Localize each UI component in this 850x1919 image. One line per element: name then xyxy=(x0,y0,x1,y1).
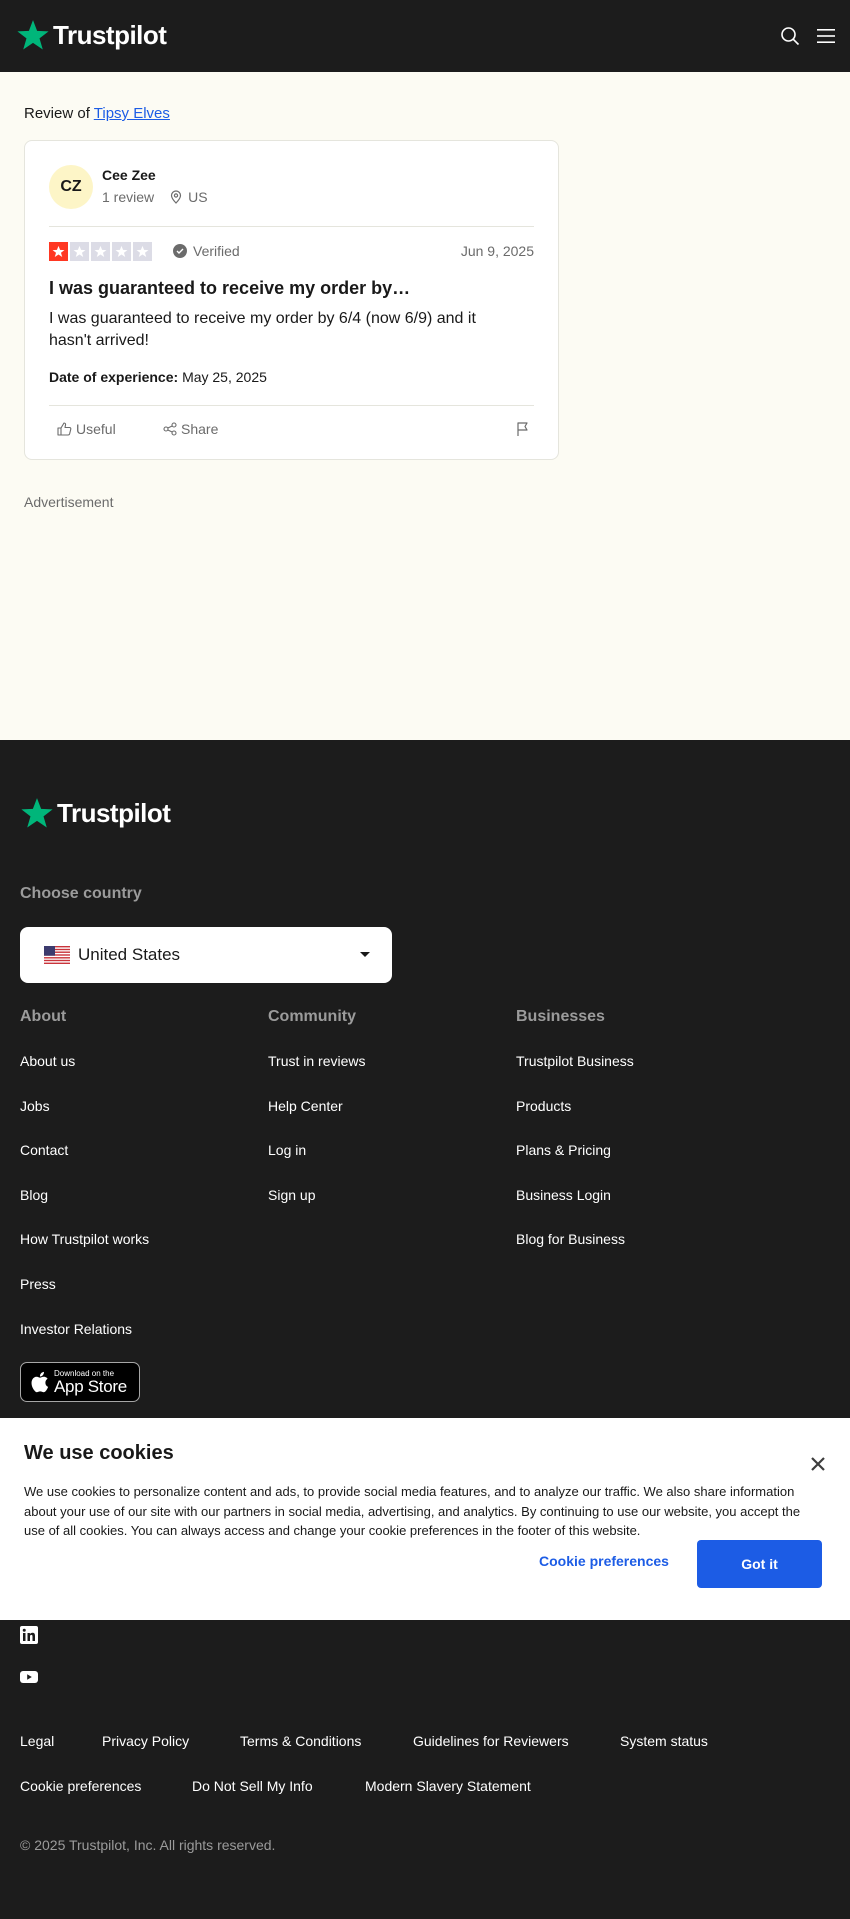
card-divider xyxy=(49,405,534,406)
footer-link[interactable]: Log in xyxy=(268,1142,306,1158)
footer-link[interactable]: Help Center xyxy=(268,1098,343,1114)
avatar[interactable]: CZ xyxy=(49,165,93,209)
cookie-banner-text: We use cookies to personalize content an… xyxy=(24,1484,801,1538)
star-icon xyxy=(91,242,110,261)
search-button[interactable] xyxy=(776,22,804,50)
checkmark-icon xyxy=(173,244,187,258)
reviewer-meta: 1 review US xyxy=(102,189,208,205)
footer-link[interactable]: Blog xyxy=(20,1187,48,1203)
review-title[interactable]: I was guaranteed to receive my order by… xyxy=(49,278,410,299)
trustpilot-wordmark: Trustpilot xyxy=(57,797,171,828)
advertisement-label: Advertisement xyxy=(24,494,114,510)
choose-country-heading: Choose country xyxy=(20,885,142,902)
us-flag-icon xyxy=(44,946,70,964)
card-divider xyxy=(49,226,534,227)
caret-down-icon xyxy=(360,952,370,957)
trustpilot-star-icon xyxy=(17,20,49,50)
close-icon[interactable] xyxy=(810,1456,826,1472)
review-count: 1 review xyxy=(102,189,155,205)
date-of-experience: Date of experience: May 25, 2025 xyxy=(49,369,267,385)
footer-column-about: About xyxy=(20,1008,67,1025)
footer-link[interactable]: Investor Relations xyxy=(20,1321,132,1337)
star-icon xyxy=(49,242,68,261)
footer-link[interactable]: Blog for Business xyxy=(516,1231,625,1247)
review-of-line: Review of Tipsy Elves xyxy=(24,105,170,122)
footer-link[interactable]: Sign up xyxy=(268,1187,315,1203)
footer-link[interactable]: About us xyxy=(20,1053,75,1069)
do-not-sell-link[interactable]: Do Not Sell My Info xyxy=(192,1778,313,1794)
share-label: Share xyxy=(181,421,219,437)
useful-button[interactable]: Useful xyxy=(57,421,116,437)
trustpilot-star-icon xyxy=(21,798,53,828)
star-icon xyxy=(70,242,89,261)
menu-button[interactable] xyxy=(812,22,840,50)
menu-icon xyxy=(817,29,835,43)
star-icon xyxy=(112,242,131,261)
thumbs-up-icon xyxy=(57,422,72,436)
footer-link[interactable]: Press xyxy=(20,1276,56,1292)
linkedin-icon[interactable] xyxy=(20,1626,38,1644)
footer-link[interactable]: How Trustpilot works xyxy=(20,1231,149,1247)
review-actions: Useful Share xyxy=(49,421,534,441)
footer-link[interactable]: Contact xyxy=(20,1142,68,1158)
legal-link[interactable]: Legal xyxy=(20,1733,54,1749)
footer-link[interactable]: Plans & Pricing xyxy=(516,1142,611,1158)
app-store-big-text: App Store xyxy=(54,1376,127,1396)
review-body: I was guaranteed to receive my order by … xyxy=(49,310,476,349)
youtube-icon[interactable] xyxy=(20,1668,38,1686)
location-text: US xyxy=(188,189,208,205)
app-store-badge[interactable]: Download on the App Store xyxy=(20,1362,140,1402)
verified-badge[interactable]: Verified xyxy=(173,243,240,259)
review-date: Jun 9, 2025 xyxy=(460,243,534,259)
site-header: Trustpilot xyxy=(0,0,850,72)
star-rating xyxy=(49,242,152,261)
share-icon xyxy=(163,422,177,436)
modern-slavery-link[interactable]: Modern Slavery Statement xyxy=(365,1778,531,1794)
footer-column-businesses: Businesses xyxy=(516,1008,605,1025)
cookie-preferences-button[interactable]: Cookie preferences xyxy=(539,1553,669,1569)
share-button[interactable]: Share xyxy=(163,421,218,437)
accept-cookies-button[interactable]: Got it xyxy=(697,1540,822,1588)
review-of-prefix: Review of xyxy=(24,105,90,122)
location-pin-icon xyxy=(171,190,182,204)
company-link[interactable]: Tipsy Elves xyxy=(94,105,170,122)
guidelines-link[interactable]: Guidelines for Reviewers xyxy=(413,1733,569,1749)
reviewer-location: US xyxy=(170,189,208,205)
flag-icon xyxy=(517,422,528,436)
useful-label: Useful xyxy=(76,421,116,437)
apple-icon xyxy=(31,1371,49,1393)
review-card: CZ Cee Zee 1 review US Verified Jun 9, 2… xyxy=(24,140,559,460)
experience-label: Date of experience: xyxy=(49,369,179,385)
experience-date: May 25, 2025 xyxy=(182,369,267,385)
footer-link[interactable]: Business Login xyxy=(516,1187,611,1203)
app-store-text: Download on the App Store xyxy=(54,1369,127,1396)
copyright: © 2025 Trustpilot, Inc. All rights reser… xyxy=(20,1837,276,1853)
footer-link[interactable]: Trust in reviews xyxy=(268,1053,366,1069)
cookie-banner: We use cookies We use cookies to persona… xyxy=(0,1418,850,1620)
terms-link[interactable]: Terms & Conditions xyxy=(240,1733,361,1749)
cookie-preferences-link[interactable]: Cookie preferences xyxy=(20,1778,141,1794)
selected-country: United States xyxy=(78,945,181,964)
trustpilot-wordmark: Trustpilot xyxy=(53,19,167,50)
cookie-banner-title: We use cookies xyxy=(24,1442,174,1464)
trustpilot-logo[interactable]: Trustpilot xyxy=(16,18,167,52)
verified-label: Verified xyxy=(193,243,240,259)
system-status-link[interactable]: System status xyxy=(620,1733,708,1749)
country-select[interactable]: United States xyxy=(20,927,392,983)
footer-link[interactable]: Trustpilot Business xyxy=(516,1053,634,1069)
privacy-policy-link[interactable]: Privacy Policy xyxy=(102,1733,189,1749)
report-button[interactable] xyxy=(516,421,534,437)
star-icon xyxy=(133,242,152,261)
reviewer-name[interactable]: Cee Zee xyxy=(102,167,156,183)
footer-column-community: Community xyxy=(268,1008,356,1025)
main-content: Review of Tipsy Elves CZ Cee Zee 1 revie… xyxy=(0,72,850,740)
footer-trustpilot-logo[interactable]: Trustpilot xyxy=(20,796,171,830)
footer-link[interactable]: Products xyxy=(516,1098,571,1114)
search-icon xyxy=(781,27,800,46)
footer-link[interactable]: Jobs xyxy=(20,1098,50,1114)
